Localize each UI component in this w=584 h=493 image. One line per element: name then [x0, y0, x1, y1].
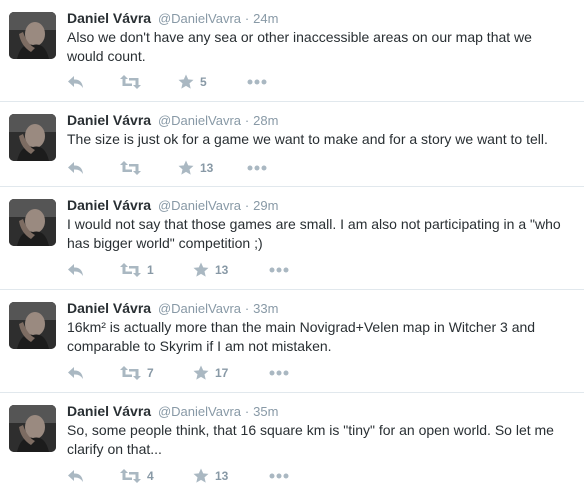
author-handle[interactable]: @DanielVavra: [158, 301, 241, 316]
tweet-text: 16km² is actually more than the main Nov…: [67, 319, 536, 354]
favorite-button[interactable]: 13: [193, 260, 228, 280]
star-icon: [193, 468, 209, 483]
retweet-icon: [120, 161, 141, 175]
author-name[interactable]: Daniel Vávra: [67, 10, 151, 26]
meta-separator: ·: [244, 113, 250, 128]
retweet-button[interactable]: [120, 72, 147, 92]
author-handle[interactable]: @DanielVavra: [158, 113, 241, 128]
reply-icon: [68, 367, 83, 379]
tweet-actions: 5: [67, 72, 327, 92]
author-handle[interactable]: @DanielVavra: [158, 404, 241, 419]
tweet[interactable]: Daniel Vávra @DanielVavra · 33m 16km² is…: [0, 290, 584, 393]
timestamp[interactable]: 29m: [253, 198, 278, 213]
author-name[interactable]: Daniel Vávra: [67, 197, 151, 213]
timestamp[interactable]: 35m: [253, 404, 278, 419]
retweet-icon: [120, 75, 141, 89]
more-icon: [269, 267, 289, 273]
meta-separator: ·: [244, 11, 250, 26]
avatar[interactable]: [9, 12, 56, 59]
reply-button[interactable]: [67, 466, 85, 486]
more-button[interactable]: [269, 260, 289, 280]
more-icon: [269, 370, 289, 376]
favorite-count: 13: [215, 469, 229, 483]
avatar[interactable]: [9, 114, 56, 161]
tweet[interactable]: Daniel Vávra @DanielVavra · 35m So, some…: [0, 393, 584, 493]
more-button[interactable]: [269, 363, 289, 383]
retweet-icon: [120, 263, 141, 277]
avatar[interactable]: [9, 302, 56, 349]
avatar[interactable]: [9, 405, 56, 452]
tweet-actions: 7 17: [67, 363, 327, 383]
more-button[interactable]: [247, 72, 267, 92]
tweet-text: Also we don't have any sea or other inac…: [67, 29, 532, 64]
favorite-count: 5: [200, 75, 207, 89]
reply-icon: [68, 76, 83, 88]
retweet-icon: [120, 469, 141, 483]
tweet[interactable]: Daniel Vávra @DanielVavra · 24m Also we …: [0, 0, 584, 102]
favorite-button[interactable]: 5: [178, 72, 207, 92]
tweet[interactable]: Daniel Vávra @DanielVavra · 29m I would …: [0, 187, 584, 290]
timestamp[interactable]: 33m: [253, 301, 278, 316]
tweet-text: So, some people think, that 16 square km…: [67, 422, 554, 457]
retweet-icon: [120, 366, 141, 380]
more-button[interactable]: [269, 466, 289, 486]
favorite-count: 17: [215, 366, 229, 380]
timestamp[interactable]: 24m: [253, 11, 278, 26]
reply-button[interactable]: [67, 158, 85, 178]
favorite-count: 13: [215, 263, 229, 277]
more-icon: [269, 473, 289, 479]
retweet-button[interactable]: 7: [120, 363, 154, 383]
reply-button[interactable]: [67, 363, 85, 383]
author-name[interactable]: Daniel Vávra: [67, 403, 151, 419]
favorite-count: 13: [200, 161, 214, 175]
reply-icon: [68, 162, 83, 174]
reply-icon: [68, 264, 83, 276]
tweet-text: The size is just ok for a game we want t…: [67, 131, 548, 147]
more-icon: [247, 79, 267, 85]
meta-separator: ·: [244, 301, 250, 316]
author-handle[interactable]: @DanielVavra: [158, 198, 241, 213]
favorite-button[interactable]: 13: [193, 466, 228, 486]
retweet-button[interactable]: 4: [120, 466, 154, 486]
star-icon: [178, 74, 194, 89]
retweet-count: 1: [147, 263, 154, 277]
meta-separator: ·: [244, 404, 250, 419]
retweet-button[interactable]: [120, 158, 147, 178]
tweet[interactable]: Daniel Vávra @DanielVavra · 28m The size…: [0, 102, 584, 187]
reply-button[interactable]: [67, 260, 85, 280]
author-handle[interactable]: @DanielVavra: [158, 11, 241, 26]
tweet-text: I would not say that those games are sma…: [67, 216, 561, 251]
author-name[interactable]: Daniel Vávra: [67, 112, 151, 128]
favorite-button[interactable]: 13: [178, 158, 213, 178]
tweet-timeline: Daniel Vávra @DanielVavra · 24m Also we …: [0, 0, 584, 493]
more-icon: [247, 165, 267, 171]
meta-separator: ·: [244, 198, 250, 213]
star-icon: [178, 160, 194, 175]
tweet-actions: 1 13: [67, 260, 327, 280]
retweet-count: 4: [147, 469, 154, 483]
tweet-actions: 13: [67, 158, 327, 178]
retweet-button[interactable]: 1: [120, 260, 154, 280]
star-icon: [193, 365, 209, 380]
reply-icon: [68, 470, 83, 482]
reply-button[interactable]: [67, 72, 85, 92]
author-name[interactable]: Daniel Vávra: [67, 300, 151, 316]
avatar[interactable]: [9, 199, 56, 246]
retweet-count: 7: [147, 366, 154, 380]
more-button[interactable]: [247, 158, 267, 178]
favorite-button[interactable]: 17: [193, 363, 228, 383]
star-icon: [193, 262, 209, 277]
tweet-actions: 4 13: [67, 466, 327, 486]
timestamp[interactable]: 28m: [253, 113, 278, 128]
